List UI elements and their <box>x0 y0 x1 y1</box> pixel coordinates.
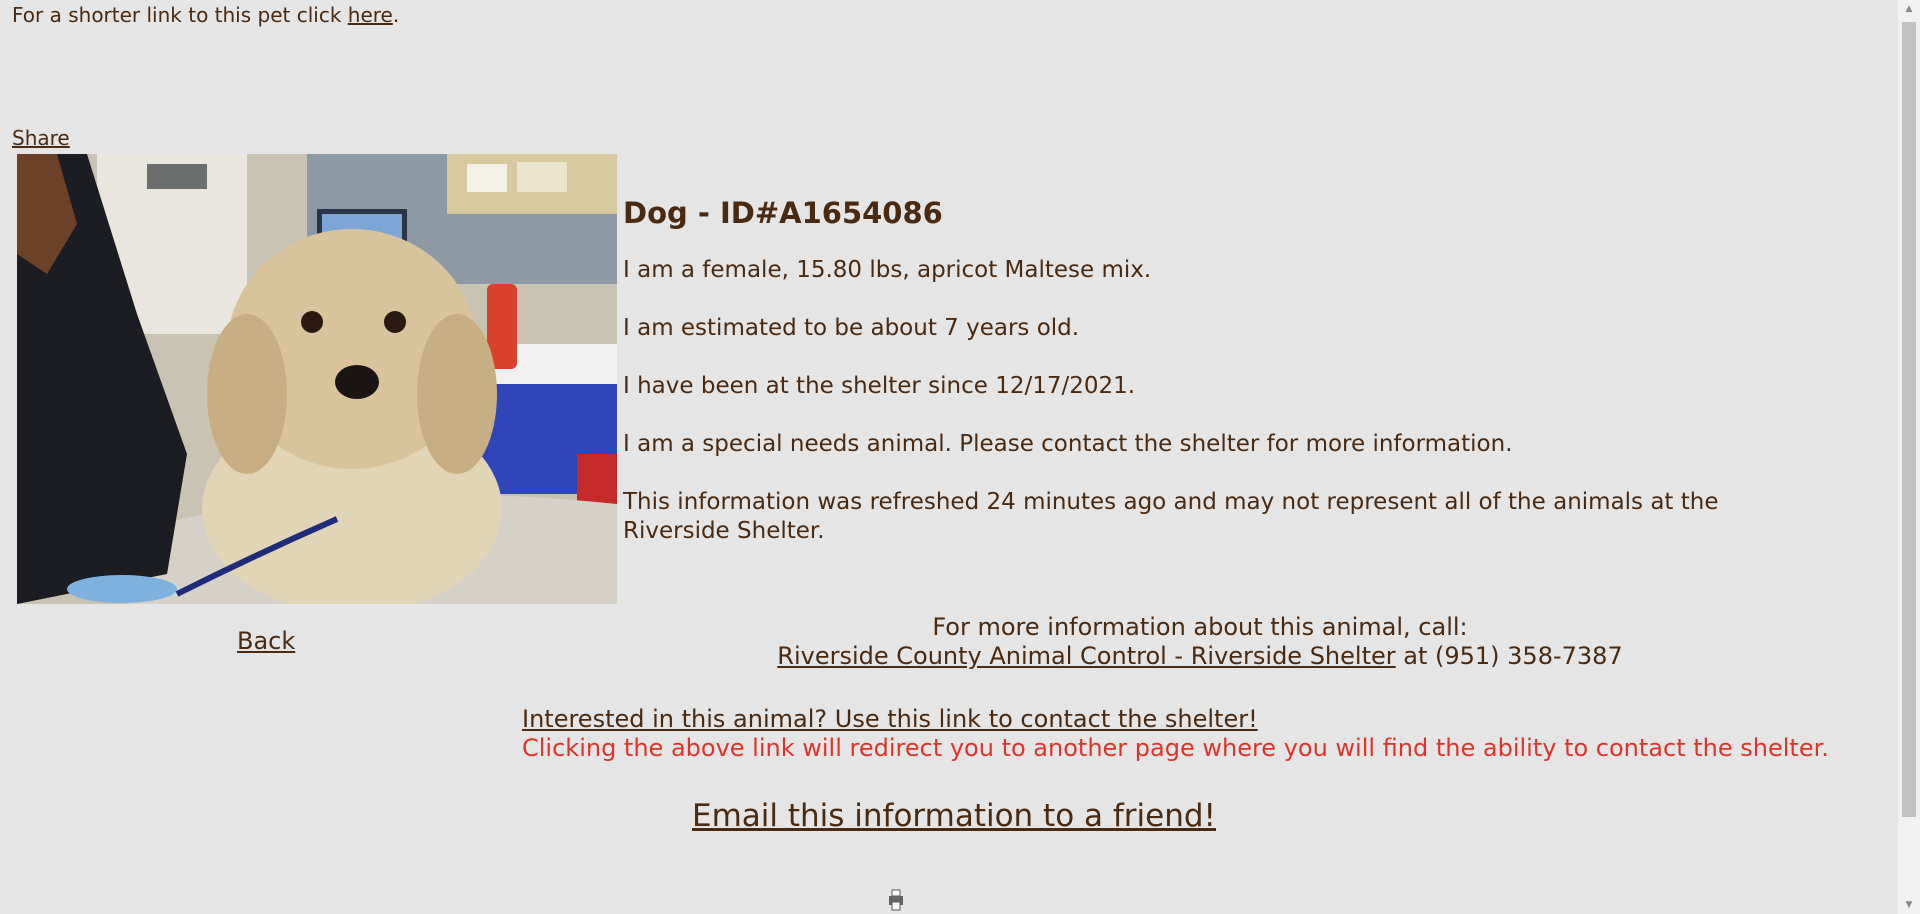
pet-detail-page: For a shorter link to this pet click her… <box>0 0 1898 914</box>
vertical-scrollbar[interactable]: ▲ ▼ <box>1898 0 1920 914</box>
shelter-link[interactable]: Riverside County Animal Control - Rivers… <box>777 642 1395 670</box>
animal-description: I am a female, 15.80 lbs, apricot Maltes… <box>623 257 1152 283</box>
scroll-down-icon[interactable]: ▼ <box>1898 896 1920 914</box>
contact-intro: For more information about this animal, … <box>932 613 1468 641</box>
animal-title: Dog - ID#A1654086 <box>623 196 943 230</box>
shorter-link-suffix: . <box>392 3 400 27</box>
shelter-phone: at (951) 358-7387 <box>1395 642 1623 670</box>
email-friend-link[interactable]: Email this information to a friend! <box>692 798 1216 834</box>
shorter-link-here[interactable]: here <box>348 3 393 27</box>
redirect-notice: Clicking the above link will redirect yo… <box>522 734 1829 762</box>
contact-shelter-link[interactable]: Interested in this animal? Use this link… <box>522 705 1258 733</box>
contact-line: Riverside County Animal Control - Rivers… <box>660 642 1740 671</box>
scroll-up-icon[interactable]: ▲ <box>1898 0 1920 18</box>
share-link[interactable]: Share <box>12 126 70 150</box>
animal-intake-date: I have been at the shelter since 12/17/2… <box>623 373 1136 399</box>
printer-icon[interactable] <box>888 888 904 914</box>
animal-age: I am estimated to be about 7 years old. <box>623 315 1080 341</box>
scrollbar-thumb[interactable] <box>1902 22 1916 817</box>
back-link[interactable]: Back <box>237 627 295 655</box>
interested-section: Interested in this animal? Use this link… <box>522 705 1829 763</box>
contact-info: For more information about this animal, … <box>660 613 1740 671</box>
animal-info: Dog - ID#A1654086 I am a female, 15.80 l… <box>623 196 1803 575</box>
animal-special-needs: I am a special needs animal. Please cont… <box>623 431 1513 457</box>
pet-photo <box>17 154 617 604</box>
shorter-link-line: For a shorter link to this pet click her… <box>12 3 399 27</box>
refresh-notice: This information was refreshed 24 minute… <box>623 489 1719 544</box>
shorter-link-text: For a shorter link to this pet click <box>12 3 348 27</box>
